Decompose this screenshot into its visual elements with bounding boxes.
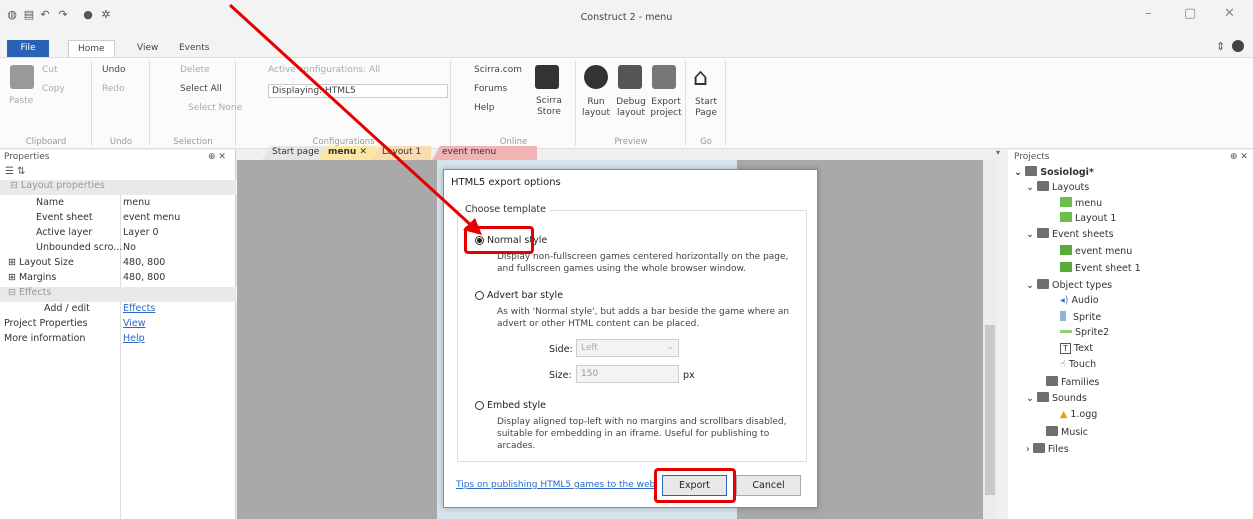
tree-sprite2[interactable]: Sprite2: [1060, 327, 1109, 338]
projects-panel: [1008, 150, 1253, 519]
tree-project[interactable]: ⌄ Sosiologi*: [1014, 166, 1094, 178]
tree-text[interactable]: T Text: [1060, 343, 1093, 354]
tree-event-sheet-1[interactable]: Event sheet 1: [1060, 262, 1141, 274]
touch-icon: ☝: [1060, 359, 1066, 370]
speaker-icon: ◂): [1060, 295, 1069, 306]
tree-files[interactable]: › Files: [1026, 443, 1069, 455]
arrow-line: [228, 3, 475, 229]
tree-sounds[interactable]: ⌄ Sounds: [1026, 392, 1087, 404]
text-icon: T: [1060, 343, 1071, 354]
tree-audio[interactable]: ◂) Audio: [1060, 295, 1099, 306]
tree-event-menu[interactable]: event menu: [1060, 245, 1132, 257]
tree-families[interactable]: Families: [1046, 376, 1099, 388]
tree-sound-1ogg[interactable]: ▲ 1.ogg: [1060, 409, 1097, 420]
warning-sound-icon: ▲: [1060, 409, 1068, 420]
tree-layout-1[interactable]: Layout 1: [1060, 212, 1116, 224]
tree-event-sheets[interactable]: ⌄ Event sheets: [1026, 228, 1114, 240]
projects-pin-close[interactable]: ⊕ ✕: [1230, 152, 1248, 162]
tree-object-types[interactable]: ⌄ Object types: [1026, 279, 1112, 291]
projects-title: Projects: [1014, 152, 1050, 162]
tree-music[interactable]: Music: [1046, 426, 1088, 438]
tree-touch[interactable]: ☝ Touch: [1060, 359, 1096, 370]
tree-sprite[interactable]: Sprite: [1060, 311, 1101, 323]
tree-layout-menu[interactable]: menu: [1060, 197, 1102, 209]
tree-layouts[interactable]: ⌄ Layouts: [1026, 181, 1089, 193]
